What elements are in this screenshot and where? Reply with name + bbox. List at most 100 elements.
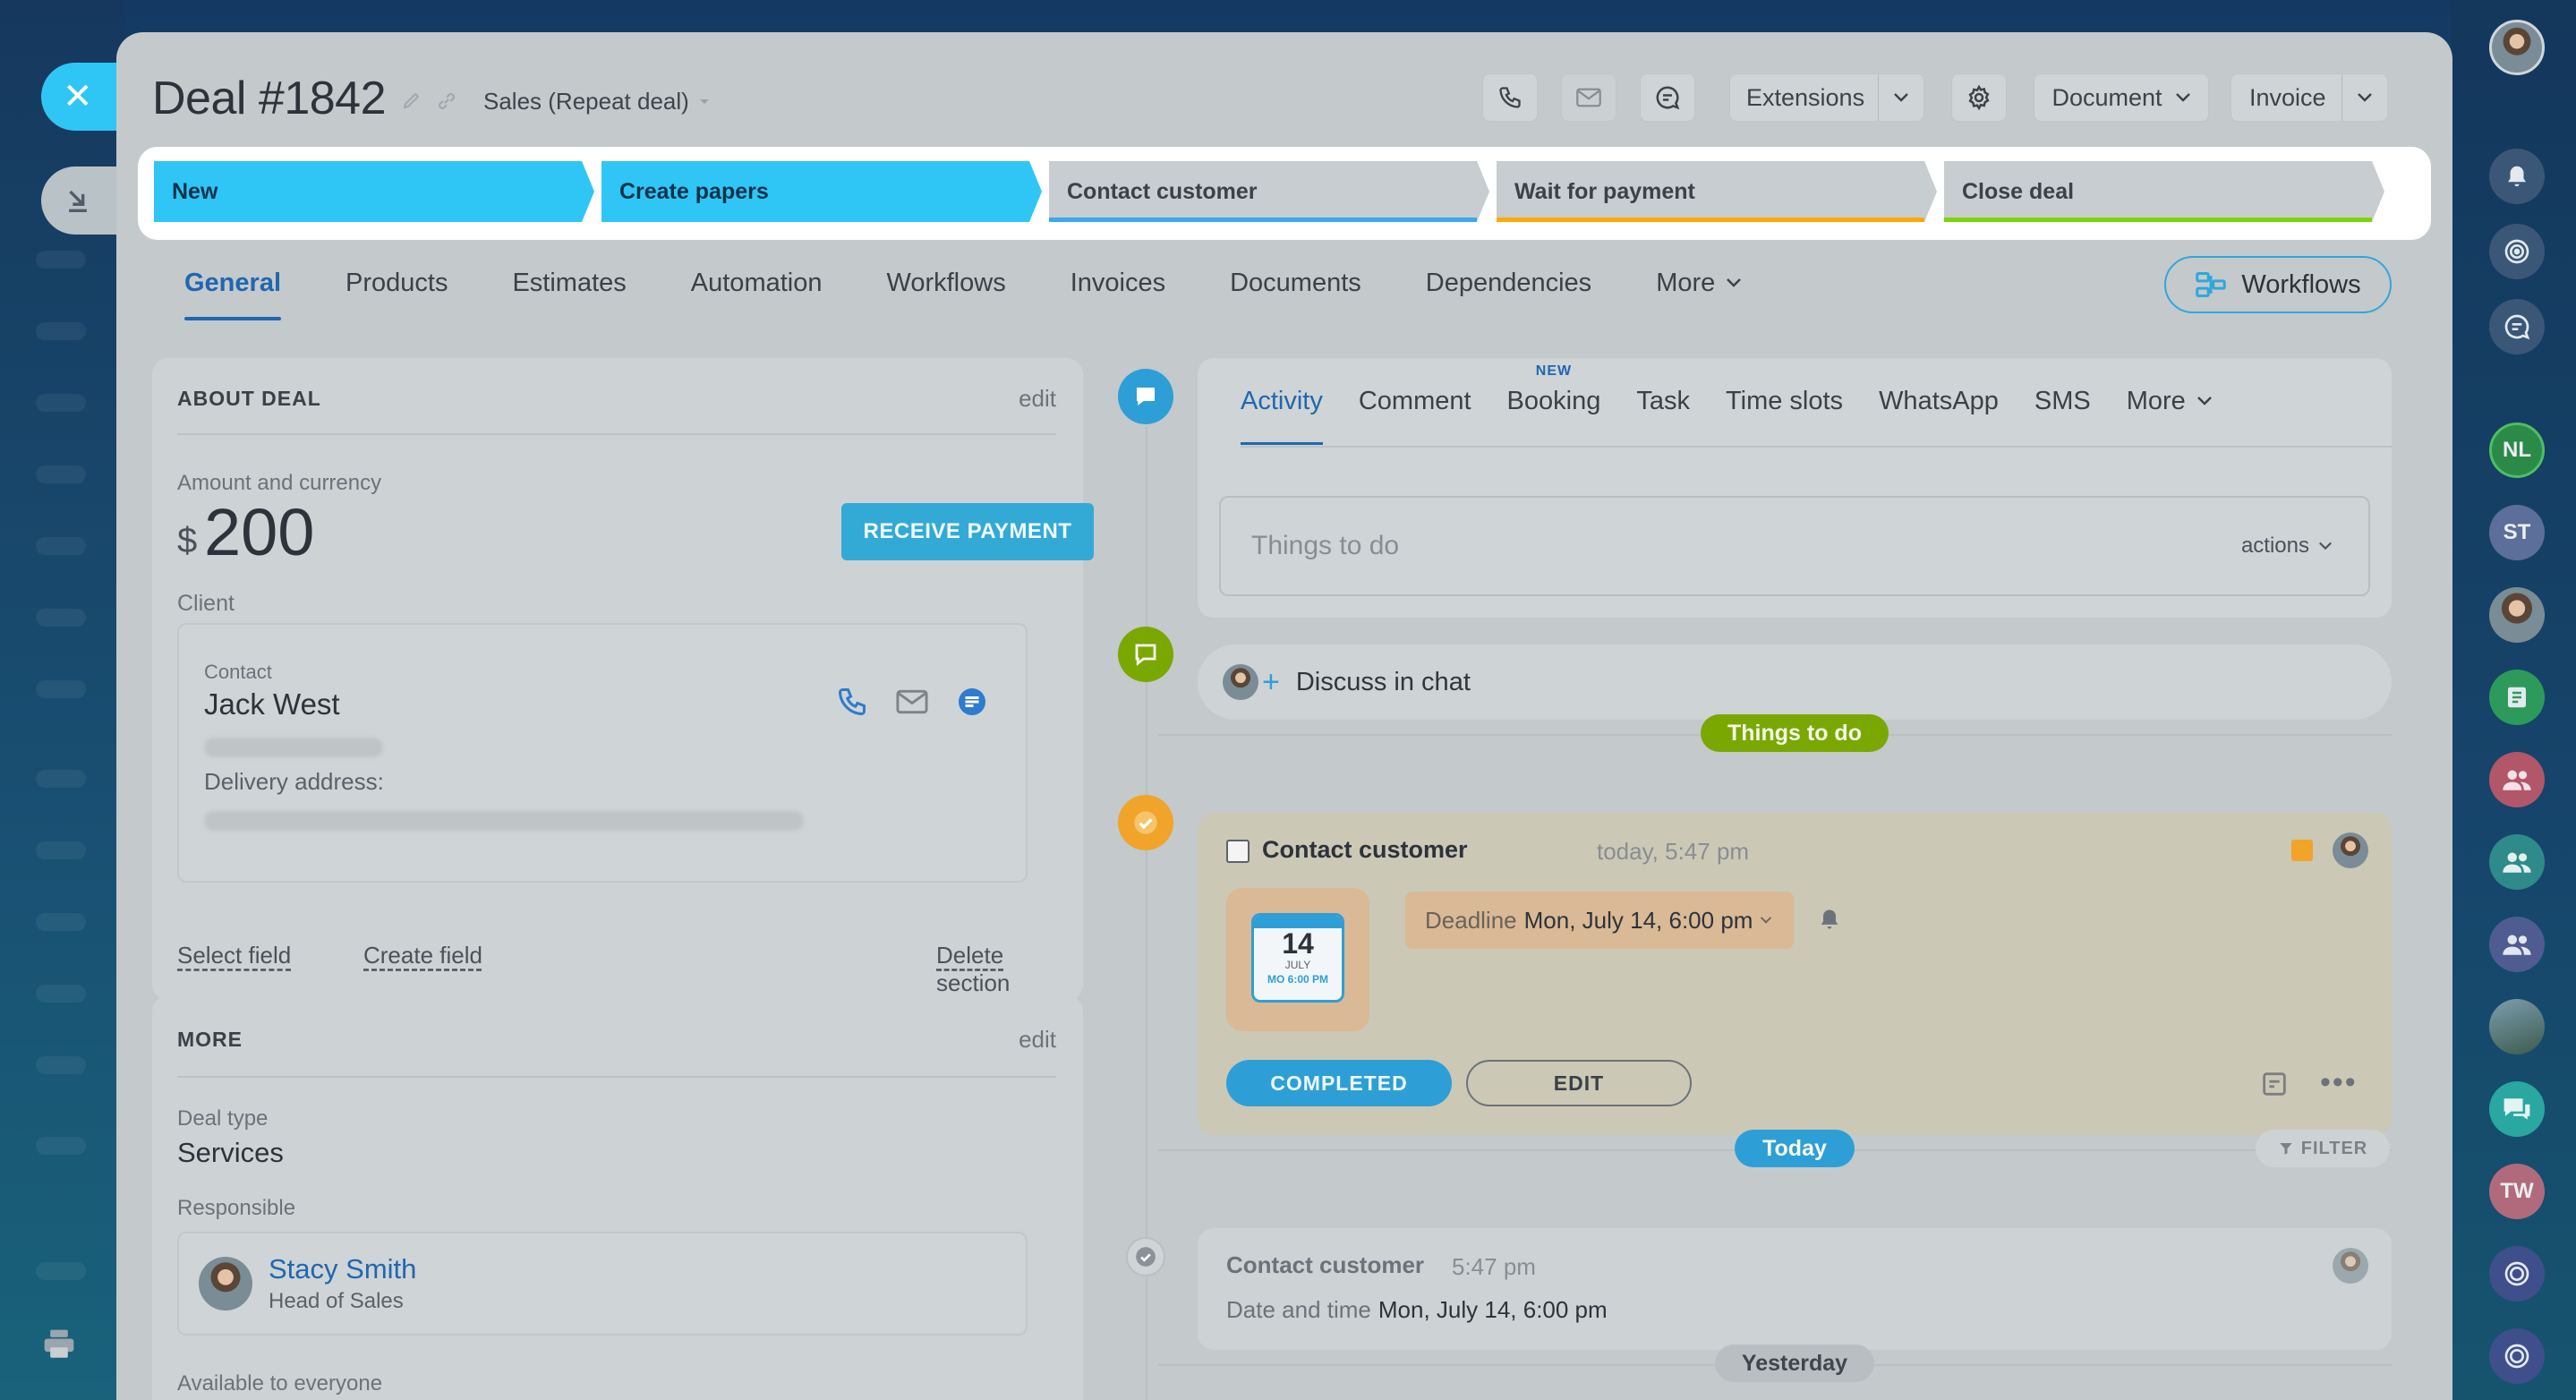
stage-contact-customer[interactable]: Contact customer xyxy=(1049,161,1489,222)
tab-more[interactable]: More xyxy=(1656,269,1742,322)
task-marker-icon xyxy=(1118,795,1173,850)
tab-sms[interactable]: SMS xyxy=(2034,387,2091,446)
menu-ghost-item xyxy=(36,609,86,627)
tab-workflows[interactable]: Workflows xyxy=(886,269,1005,322)
menu-ghost-item xyxy=(36,841,86,859)
note-icon[interactable] xyxy=(2259,1069,2290,1104)
completed-button[interactable]: COMPLETED xyxy=(1226,1060,1452,1106)
email-button[interactable] xyxy=(1561,73,1616,122)
date-label: Date and time xyxy=(1226,1296,1371,1323)
link-icon[interactable] xyxy=(435,90,458,117)
settings-button[interactable] xyxy=(1951,73,2007,122)
invoice-button[interactable]: Invoice xyxy=(2231,73,2388,122)
stage-wait-for-payment[interactable]: Wait for payment xyxy=(1497,161,1937,222)
contact-badge-tw[interactable]: TW xyxy=(2489,1164,2545,1219)
menu-ghost-item xyxy=(36,322,86,340)
about-deal-edit-link[interactable]: edit xyxy=(1019,385,1056,413)
task-checkbox[interactable] xyxy=(1226,840,1250,863)
contact-avatar[interactable] xyxy=(2489,587,2545,643)
stage-create-papers[interactable]: Create papers xyxy=(601,161,1042,222)
done-title[interactable]: Contact customer xyxy=(1226,1251,1424,1279)
printer-icon[interactable] xyxy=(41,1328,77,1365)
things-to-do-input[interactable]: Things to do actions xyxy=(1219,496,2370,596)
edit-button[interactable]: EDIT xyxy=(1466,1060,1692,1106)
about-deal-card: ABOUT DEAL edit Amount and currency $ 20… xyxy=(152,358,1094,1001)
group-chat-icon[interactable] xyxy=(2489,834,2545,890)
notes-icon[interactable] xyxy=(2489,670,2545,725)
tab-task[interactable]: Task xyxy=(1636,387,1690,446)
target-icon[interactable] xyxy=(2489,224,2545,279)
pipeline-selector[interactable]: Sales (Repeat deal) xyxy=(483,88,711,115)
filter-button[interactable]: FILTER xyxy=(2256,1130,2390,1167)
tab-comment[interactable]: Comment xyxy=(1359,387,1471,446)
discuss-in-chat-button[interactable]: + Discuss in chat xyxy=(1198,645,2392,720)
chat-search-icon[interactable] xyxy=(2489,299,2545,354)
delete-section-link[interactable]: Delete section xyxy=(936,942,1083,997)
tab-activity[interactable]: Activity xyxy=(1241,387,1323,446)
contact-badge-st[interactable]: ST xyxy=(2489,505,2545,560)
avatar[interactable] xyxy=(2333,1248,2368,1284)
responsible-name[interactable]: Stacy Smith xyxy=(269,1253,416,1285)
avatar[interactable] xyxy=(199,1257,252,1310)
avatar[interactable] xyxy=(2333,832,2368,868)
activity-tabs: Activity Comment NEW Booking Task Time s… xyxy=(1241,363,2248,446)
date-value: Mon, July 14, 6:00 pm xyxy=(1378,1296,1608,1323)
divider xyxy=(1241,446,2392,448)
bell-icon[interactable] xyxy=(1817,906,1842,937)
stage-new[interactable]: New xyxy=(154,161,594,222)
contact-name[interactable]: Jack West xyxy=(204,687,340,721)
phone-icon[interactable] xyxy=(836,686,868,722)
target-icon[interactable] xyxy=(2489,1328,2545,1384)
more-dots-icon[interactable]: ••• xyxy=(2320,1065,2358,1100)
group-chat-icon[interactable] xyxy=(2489,752,2545,807)
envelope-icon[interactable] xyxy=(895,688,929,720)
done-date-row: Date and time Mon, July 14, 6:00 pm xyxy=(1226,1296,1608,1324)
tab-time-slots[interactable]: Time slots xyxy=(1726,387,1843,446)
tab-more[interactable]: More xyxy=(2127,387,2213,446)
chevron-down-icon[interactable] xyxy=(1878,74,1923,121)
tab-automation[interactable]: Automation xyxy=(691,269,823,322)
city-avatar[interactable] xyxy=(2489,999,2545,1054)
menu-ghost-item xyxy=(36,465,86,483)
close-slider-button[interactable]: ✕ xyxy=(41,63,127,131)
target-icon[interactable] xyxy=(2489,1246,2545,1302)
menu-ghost-item xyxy=(36,1262,86,1280)
group-chat-icon[interactable] xyxy=(2489,917,2545,972)
call-button[interactable] xyxy=(1482,73,1538,122)
chat-icon[interactable] xyxy=(956,686,988,722)
create-field-link[interactable]: Create field xyxy=(363,942,482,969)
tab-products[interactable]: Products xyxy=(345,269,448,322)
chevron-down-icon[interactable] xyxy=(2341,74,2387,121)
tab-whatsapp[interactable]: WhatsApp xyxy=(1879,387,1999,446)
stage-close-deal[interactable]: Close deal xyxy=(1944,161,2384,222)
actions-dropdown[interactable]: actions xyxy=(2241,534,2333,559)
menu-ghost-item xyxy=(36,1056,86,1074)
document-button[interactable]: Document xyxy=(2034,73,2209,122)
chat-button[interactable] xyxy=(1640,73,1695,122)
tab-general[interactable]: General xyxy=(184,269,281,322)
pencil-icon[interactable] xyxy=(401,90,422,117)
done-marker-icon xyxy=(1126,1237,1165,1276)
receive-payment-button[interactable]: RECEIVE PAYMENT xyxy=(841,503,1094,560)
tab-estimates[interactable]: Estimates xyxy=(512,269,626,322)
tab-invoices[interactable]: Invoices xyxy=(1070,269,1165,322)
bell-icon[interactable] xyxy=(2489,149,2545,204)
extensions-button[interactable]: Extensions xyxy=(1729,73,1924,122)
select-field-link[interactable]: Select field xyxy=(177,942,291,969)
tab-dependencies[interactable]: Dependencies xyxy=(1426,269,1591,322)
deal-title: Deal #1842 xyxy=(152,73,387,124)
more-edit-link[interactable]: edit xyxy=(1019,1026,1056,1054)
user-avatar[interactable] xyxy=(2489,20,2545,75)
contact-badge-nl[interactable]: NL xyxy=(2489,423,2545,478)
menu-ghost-item xyxy=(36,913,86,931)
deadline-selector[interactable]: Deadline Mon, July 14, 6:00 pm xyxy=(1405,892,1794,949)
workflows-button[interactable]: Workflows xyxy=(2164,256,2392,313)
task-title[interactable]: Contact customer xyxy=(1262,836,1468,864)
available-label: Available to everyone xyxy=(177,1371,383,1396)
tab-documents[interactable]: Documents xyxy=(1230,269,1361,322)
messages-icon[interactable] xyxy=(2489,1081,2545,1137)
minimize-slider-button[interactable] xyxy=(41,166,127,235)
color-flag-icon[interactable] xyxy=(2291,840,2313,861)
new-badge: NEW xyxy=(1535,363,1573,379)
tab-booking[interactable]: NEW Booking xyxy=(1507,363,1601,446)
